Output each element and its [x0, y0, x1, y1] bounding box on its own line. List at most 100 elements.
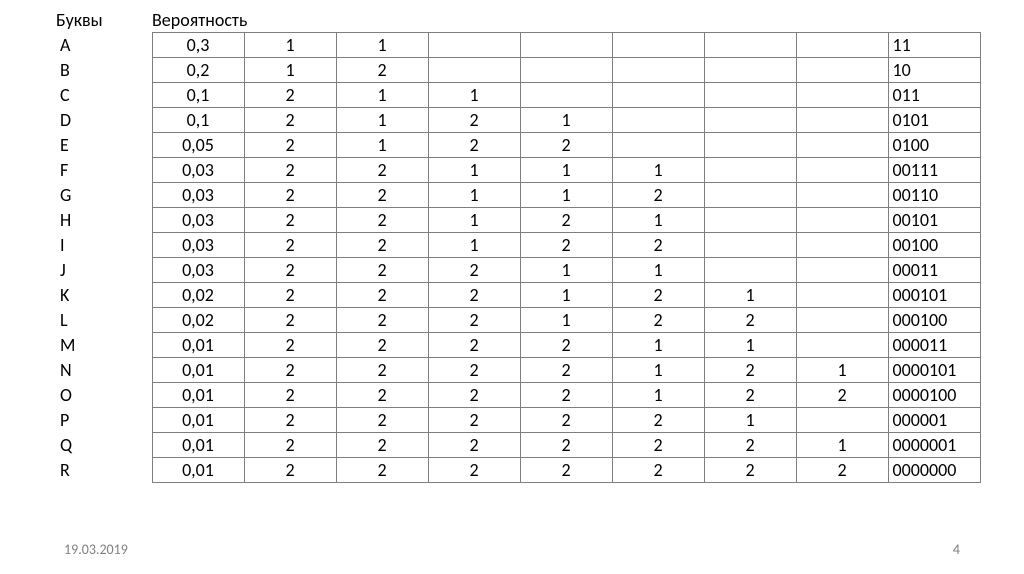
split-cell: 1 [520, 258, 612, 283]
split-cell: 2 [244, 358, 336, 383]
code-cell: 10 [888, 58, 980, 83]
split-cell [796, 83, 888, 108]
code-cell: 0000101 [888, 358, 980, 383]
letter-cell: C [56, 83, 152, 108]
split-cell [704, 133, 796, 158]
probability-cell: 0,03 [152, 258, 244, 283]
split-cell: 2 [428, 258, 520, 283]
split-cell: 2 [520, 408, 612, 433]
split-cell: 2 [428, 383, 520, 408]
split-cell: 2 [244, 433, 336, 458]
split-cell: 1 [704, 283, 796, 308]
split-cell: 2 [612, 183, 704, 208]
split-cell: 1 [796, 358, 888, 383]
probability-cell: 0,05 [152, 133, 244, 158]
probability-cell: 0,02 [152, 283, 244, 308]
split-cell [612, 108, 704, 133]
split-cell: 1 [336, 133, 428, 158]
split-cell: 1 [428, 158, 520, 183]
letter-cell: F [56, 158, 152, 183]
table-row: L0,02222122000100 [56, 308, 980, 333]
split-cell: 1 [428, 233, 520, 258]
split-cell [612, 33, 704, 58]
split-cell: 2 [336, 258, 428, 283]
split-cell: 2 [428, 283, 520, 308]
split-cell: 2 [336, 308, 428, 333]
probability-cell: 0,03 [152, 183, 244, 208]
split-cell: 2 [244, 258, 336, 283]
probability-cell: 0,01 [152, 433, 244, 458]
split-cell [796, 208, 888, 233]
split-cell [520, 58, 612, 83]
split-cell: 2 [796, 383, 888, 408]
table-row: K0,02222121000101 [56, 283, 980, 308]
split-cell [704, 108, 796, 133]
split-cell [796, 33, 888, 58]
split-cell: 2 [336, 233, 428, 258]
split-cell [704, 233, 796, 258]
code-cell: 00011 [888, 258, 980, 283]
table-row: C0,1211011 [56, 83, 980, 108]
split-cell: 1 [244, 58, 336, 83]
letter-cell: M [56, 333, 152, 358]
split-cell [428, 33, 520, 58]
table-row: N0,0122221210000101 [56, 358, 980, 383]
code-cell: 0000100 [888, 383, 980, 408]
table-row: Q0,0122222210000001 [56, 433, 980, 458]
split-cell [704, 258, 796, 283]
split-cell: 2 [244, 233, 336, 258]
split-cell: 1 [428, 83, 520, 108]
split-cell: 2 [520, 233, 612, 258]
split-cell: 2 [244, 383, 336, 408]
split-cell: 2 [244, 333, 336, 358]
letter-cell: P [56, 408, 152, 433]
code-cell: 000011 [888, 333, 980, 358]
split-cell: 2 [612, 458, 704, 483]
split-cell: 2 [704, 308, 796, 333]
letter-cell: I [56, 233, 152, 258]
split-cell [428, 58, 520, 83]
split-cell: 2 [704, 383, 796, 408]
slide: Буквы Вероятность A0,31111B0,21210C0,121… [0, 0, 1024, 574]
split-cell [704, 83, 796, 108]
split-cell: 2 [428, 308, 520, 333]
split-cell [796, 158, 888, 183]
split-cell: 2 [520, 333, 612, 358]
table-row: F0,032211100111 [56, 158, 980, 183]
split-cell [520, 33, 612, 58]
letter-cell: N [56, 358, 152, 383]
split-cell [704, 58, 796, 83]
split-cell: 2 [244, 133, 336, 158]
code-cell: 011 [888, 83, 980, 108]
split-cell: 2 [428, 108, 520, 133]
probability-cell: 0,1 [152, 83, 244, 108]
split-cell: 2 [244, 208, 336, 233]
split-cell: 2 [336, 433, 428, 458]
split-cell: 1 [612, 383, 704, 408]
split-cell [704, 208, 796, 233]
split-cell: 2 [244, 183, 336, 208]
split-cell [796, 108, 888, 133]
split-cell: 1 [612, 158, 704, 183]
table-row: O0,0122221220000100 [56, 383, 980, 408]
letter-cell: K [56, 283, 152, 308]
split-cell: 2 [520, 458, 612, 483]
table-row: H0,032212100101 [56, 208, 980, 233]
table-row: B0,21210 [56, 58, 980, 83]
split-cell: 2 [612, 433, 704, 458]
split-cell: 2 [244, 158, 336, 183]
split-cell: 2 [428, 408, 520, 433]
split-cell: 2 [336, 408, 428, 433]
split-cell: 2 [336, 283, 428, 308]
split-cell [704, 33, 796, 58]
letter-cell: L [56, 308, 152, 333]
split-cell [796, 283, 888, 308]
code-cell: 0101 [888, 108, 980, 133]
footer-page-number: 4 [953, 541, 960, 558]
header-probability: Вероятность [152, 8, 968, 32]
split-cell: 2 [520, 383, 612, 408]
letter-cell: D [56, 108, 152, 133]
table-row: G0,032211200110 [56, 183, 980, 208]
split-cell: 2 [704, 458, 796, 483]
header-letters: Буквы [56, 8, 152, 32]
